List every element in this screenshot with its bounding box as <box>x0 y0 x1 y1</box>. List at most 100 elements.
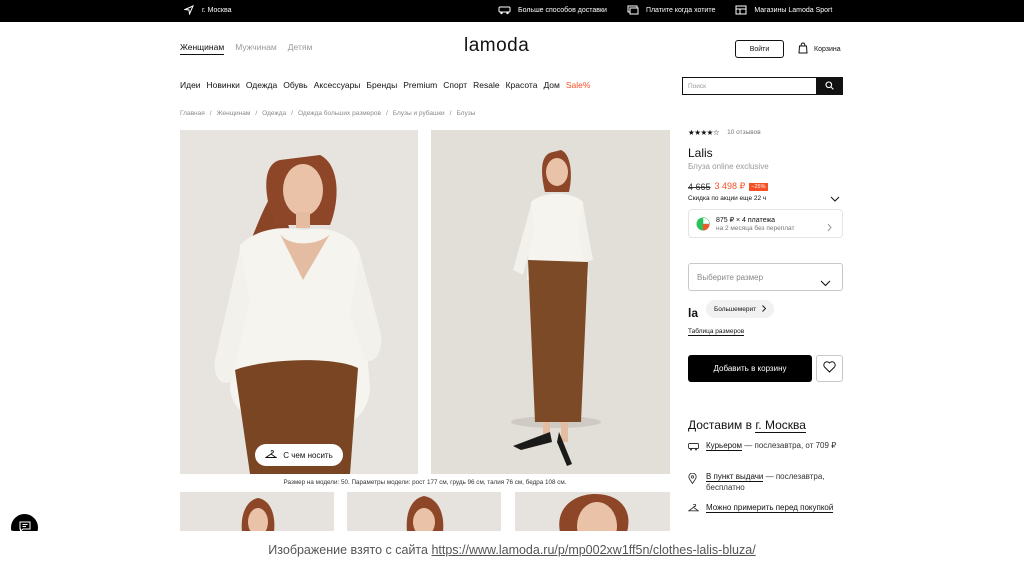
city-selector[interactable]: г. Москва <box>184 5 232 15</box>
chat-icon <box>19 519 31 531</box>
source-link[interactable]: https://www.lamoda.ru/p/mp002xw1ff5n/clo… <box>431 543 755 557</box>
top-info-bar: г. Москва Больше способов доставки Плати… <box>0 0 1024 22</box>
lamoda-logo[interactable]: lamoda <box>464 35 529 57</box>
installment-pie-icon <box>696 217 710 236</box>
breadcrumb-item[interactable]: Одежда больших размеров <box>298 110 381 117</box>
nav-item-brands[interactable]: Бренды <box>366 80 397 90</box>
breadcrumb-item[interactable]: Блузы и рубашки <box>393 110 445 117</box>
topbar-stores-label: Магазины Lamoda Sport <box>754 6 833 14</box>
price-details-toggle[interactable] <box>830 189 840 207</box>
wishlist-button[interactable] <box>816 355 843 382</box>
model-params: Размер на модели: 50. Параметры модели: … <box>283 479 567 486</box>
chevron-right-icon <box>762 304 767 314</box>
topbar-payment-label: Платите когда хотите <box>645 6 716 14</box>
installment-offer[interactable]: 875 ₽ × 4 платежа на 2 месяца без перепл… <box>688 209 843 238</box>
tab-men[interactable]: Мужчинам <box>235 42 277 55</box>
search-button[interactable] <box>816 78 842 94</box>
chevron-right-icon <box>827 219 832 237</box>
nav-item-premium[interactable]: Premium <box>403 80 437 90</box>
product-thumbnail[interactable] <box>515 492 670 531</box>
installment-amount: 875 ₽ × 4 платежа <box>716 217 776 224</box>
breadcrumb-separator: / <box>449 110 452 117</box>
delivery-title-prefix: Доставим в <box>688 418 753 432</box>
breadcrumb-separator: / <box>291 110 293 117</box>
topbar-delivery-link[interactable]: Больше способов доставки <box>498 5 607 15</box>
nav-item-new[interactable]: Новинки <box>207 80 240 90</box>
nav-item-resale[interactable]: Resale <box>473 80 499 90</box>
cart-label: Корзина <box>814 45 841 53</box>
login-button[interactable]: Войти <box>735 40 784 58</box>
search-input[interactable]: Поиск <box>683 78 816 94</box>
hanger-icon <box>264 449 278 461</box>
breadcrumb-item[interactable]: Главная <box>180 110 205 117</box>
breadcrumb-item[interactable]: Блузы <box>456 110 475 117</box>
chevron-down-icon <box>820 274 831 292</box>
hanger-icon <box>687 503 700 516</box>
product-photo-main[interactable] <box>180 130 418 474</box>
breadcrumb-item[interactable]: Женщинам <box>217 110 251 117</box>
tab-women[interactable]: Женщинам <box>180 42 225 55</box>
cart-link[interactable]: Корзина <box>798 42 841 56</box>
city-label: г. Москва <box>202 6 232 14</box>
topbar-stores-link[interactable]: Магазины Lamoda Sport <box>735 5 832 15</box>
heart-icon <box>823 360 836 378</box>
main-nav: Идеи Новинки Одежда Обувь Аксессуары Бре… <box>180 80 590 90</box>
new-price: 3 498 ₽ <box>714 181 746 191</box>
price-block: 4 665 3 498 ₽ −25% <box>688 181 768 192</box>
nav-item-shoes[interactable]: Обувь <box>283 80 308 90</box>
product-brand[interactable]: Lalis <box>688 146 713 160</box>
nav-item-beauty[interactable]: Красота <box>506 80 538 90</box>
size-select-placeholder: Выберите размер <box>697 273 764 282</box>
nav-item-clothes[interactable]: Одежда <box>246 80 277 90</box>
courier-details: — послезавтра, от 709 ₽ <box>742 441 837 450</box>
breadcrumb-separator: / <box>209 110 212 117</box>
delivery-try-on: Можно примерить перед покупкой <box>687 503 848 516</box>
try-on-link[interactable]: Можно примерить перед покупкой <box>706 503 834 513</box>
size-fit-badge[interactable]: Большемерит <box>706 300 775 318</box>
store-icon <box>735 5 747 15</box>
delivery-pickup: В пункт выдачи — послезавтра, бесплатно <box>688 472 848 493</box>
add-to-cart-button[interactable]: Добавить в корзину <box>688 355 812 382</box>
size-select[interactable]: Выберите размер <box>688 263 843 291</box>
page-frame: Женщинам Мужчинам Детям lamoda Войти Кор… <box>0 22 1024 531</box>
delivery-courier: Курьером — послезавтра, от 709 ₽ <box>688 441 848 455</box>
breadcrumb: Главная / Женщинам / Одежда / Одежда больши… <box>180 110 475 117</box>
search-icon <box>824 77 834 95</box>
nav-item-ideas[interactable]: Идеи <box>180 80 201 90</box>
nav-item-accessories[interactable]: Аксессуары <box>314 80 361 90</box>
product-thumbnail[interactable] <box>347 492 501 531</box>
image-source-caption: Изображение взято с сайта https://www.la… <box>0 543 1024 557</box>
outfit-suggestions-label: С чем носить <box>283 450 333 460</box>
delivery-title: Доставим в г. Москва <box>688 418 806 433</box>
gender-tabs: Женщинам Мужчинам Детям <box>180 42 312 55</box>
breadcrumb-item[interactable]: Одежда <box>262 110 286 117</box>
map-pin-icon <box>688 472 699 493</box>
nav-item-home[interactable]: Дом <box>543 80 559 90</box>
product-thumbnail[interactable] <box>180 492 334 531</box>
bag-icon <box>798 42 808 56</box>
delivery-city[interactable]: г. Москва <box>755 418 806 433</box>
breadcrumb-separator: / <box>385 110 388 117</box>
nav-item-sport[interactable]: Спорт <box>443 80 467 90</box>
rating-stars: ★★★★☆ <box>688 128 720 137</box>
support-chat-button[interactable] <box>11 514 38 531</box>
courier-link[interactable]: Курьером <box>706 441 743 451</box>
truck-icon <box>498 5 511 15</box>
outfit-suggestions-button[interactable]: С чем носить <box>255 444 343 466</box>
pickup-link[interactable]: В пункт выдачи <box>706 472 764 482</box>
discount-badge: −25% <box>749 182 768 191</box>
topbar-delivery-label: Больше способов доставки <box>518 6 607 14</box>
breadcrumb-separator: / <box>255 110 258 117</box>
product-rating[interactable]: ★★★★☆ 10 отзывов <box>688 128 761 137</box>
topbar-payment-link[interactable]: Платите когда хотите <box>627 5 715 15</box>
chevron-down-icon <box>830 189 840 206</box>
tab-kids[interactable]: Детям <box>288 42 313 55</box>
size-table-link[interactable]: Таблица размеров <box>688 328 745 336</box>
product-photo-full[interactable] <box>431 130 670 474</box>
sale-timer: Скидка по акции еще 22 ч <box>688 195 767 202</box>
product-name: Блуза online exclusive <box>688 162 769 171</box>
location-arrow-icon <box>184 5 194 15</box>
size-fit-label: Большемерит <box>714 305 757 313</box>
nav-item-sale[interactable]: Sale% <box>566 80 591 90</box>
truck-icon <box>688 441 699 455</box>
